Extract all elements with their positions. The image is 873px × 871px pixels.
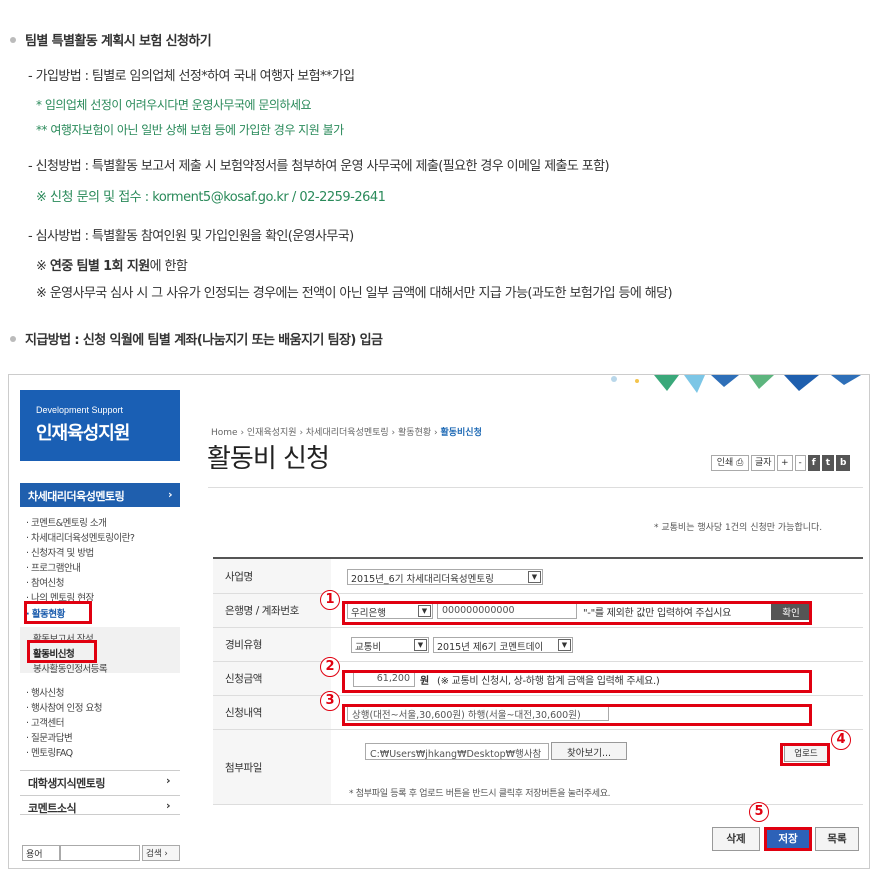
chevron-right-icon: › [167,488,173,501]
project-select[interactable]: 2015년_6기 차세대리더육성멘토링 ▼ [347,569,543,585]
sidebar-subitem[interactable]: · 질문과답변 [26,730,73,744]
sidebar-subitem[interactable]: · 행사신청 [26,685,65,699]
sidebar-item-mentoring[interactable]: 차세대리더육성멘토링 › [20,483,180,507]
field-label: 경비유형 [213,628,331,661]
expense-type-select[interactable]: 교통비 ▼ [351,637,429,653]
page-tools: 인쇄 ⎙ 글자 + - f t b [709,455,851,471]
sidebar-item-label: 차세대리더육성멘토링 [28,490,125,503]
step-number-badge: 3 [320,691,340,711]
contact-line: ※ 신청 문의 및 접수 : korment5@kosaf.go.kr / 02… [36,190,386,205]
chevron-down-icon: ▼ [558,639,571,651]
print-label: 인쇄 [716,458,734,468]
note-bold: 연중 팀별 1회 지원 [49,259,150,274]
sidebar-subitem[interactable]: · 행사참여 인정 요청 [26,700,103,714]
file-path-input[interactable]: C:₩Users₩jhkang₩Desktop₩행사참 [365,743,549,760]
divider [208,487,863,488]
sidebar-subsubitem[interactable]: 봉사활동인정서등록 [33,661,108,675]
heading-text: 팀별 특별활동 계획시 보험 신청하기 [25,34,212,49]
chevron-right-icon: › [165,799,171,812]
highlight-box [342,670,812,693]
blog-icon[interactable]: b [836,455,851,471]
facebook-icon[interactable]: f [807,455,820,471]
chevron-down-icon: ▼ [414,639,427,651]
note-once-per-year: ※ 연중 팀별 1회 지원에 한함 [36,255,188,274]
highlight-box [780,743,830,766]
note-mark: ※ [36,259,50,274]
sidebar-banner: Development Support 인재육성지원 [20,390,180,461]
banner-english: Development Support [36,405,124,415]
sidebar-item-label: 코멘트소식 [28,802,77,815]
sidebar-subitem[interactable]: · 코멘트&멘토링 소개 [26,515,107,529]
search-input[interactable] [60,845,140,861]
highlight-box [342,601,812,625]
review-method-line: - 심사방법 : 특별활동 참여인원 및 가입인원을 확인(운영사무국) [28,229,354,244]
sidebar-subitem[interactable]: · 신청자격 및 방법 [26,545,94,559]
select-value: 2015년_6기 차세대리더육성멘토링 [351,574,494,585]
font-decrease-button[interactable]: - [794,455,806,471]
field-label: 사업명 [213,559,331,593]
list-button[interactable]: 목록 [815,827,859,851]
form-row-expense-type: 경비유형 교통비 ▼ 2015년 제6기 코멘트데이 ▼ [213,628,863,662]
form-row-attachment: 첨부파일 C:₩Users₩jhkang₩Desktop₩행사참 찾아보기...… [213,730,863,805]
note-tail: 에 한함 [149,259,188,274]
sidebar-subitem[interactable]: · 차세대리더육성멘토링이란? [26,530,135,544]
breadcrumb: Home › 인재육성지원 › 차세대리더육성멘토링 › 활동현황 › 활동비신… [211,425,482,438]
sidebar-subitem[interactable]: · 고객센터 [26,715,65,729]
join-method-line: - 가입방법 : 팀별로 임의업체 선정*하여 국내 여행자 보험**가입 [28,69,355,84]
banner-korean: 인재육성지원 [36,423,130,444]
twitter-icon[interactable]: t [821,455,835,471]
search-category-select[interactable]: 용어 [22,845,60,861]
field-label: 신청내역 [213,696,331,729]
step-number-badge: 2 [320,657,340,677]
highlight-box [24,601,92,624]
field-label: 첨부파일 [213,730,331,804]
step-number-badge: 5 [749,802,769,822]
save-button[interactable]: 저장 [764,827,812,851]
font-size-label: 글자 [751,455,775,471]
section-heading-payment: 지급방법 : 신청 익월에 팀별 계좌(나눔지기 또는 배움지기 팀장) 입금 [10,329,383,348]
browse-button[interactable]: 찾아보기... [551,742,627,760]
form-row-project: 사업명 2015년_6기 차세대리더육성멘토링 ▼ [213,559,863,594]
attachment-note: * 첨부파일 등록 후 업로드 버튼을 반드시 클릭후 저장버튼을 눌러주세요. [349,789,611,799]
chevron-right-icon: › [165,774,171,787]
select-value: 2015년 제6기 코멘트데이 [437,642,544,653]
select-value: 교통비 [355,642,382,653]
search-button[interactable]: 검색 › [142,845,180,861]
note-partial-payment: ※ 운영사무국 심사 시 그 사유가 인정되는 경우에는 전액이 아닌 일부 금… [36,286,673,301]
font-increase-button[interactable]: + [777,455,793,471]
step-number-badge: 4 [831,730,851,750]
highlight-box [342,704,812,726]
sidebar-item-knowledge[interactable]: 대학생지식멘토링 › [20,770,180,790]
sidebar-item-label: 대학생지식멘토링 [28,777,105,790]
info-text: * 교통비는 행사당 1건의 신청만 가능합니다. [654,523,823,533]
event-select[interactable]: 2015년 제6기 코멘트데이 ▼ [433,637,573,653]
delete-button[interactable]: 삭제 [712,827,760,851]
embedded-screenshot: Development Support 인재육성지원 차세대리더육성멘토링 › ·… [8,374,870,869]
note-insurance-type: ** 여행자보험이 아닌 일반 상해 보험 등에 가입한 경우 지원 불가 [36,123,344,137]
note-company: * 임의업체 선정이 어려우시다면 운영사무국에 문의하세요 [36,98,312,112]
step-number-badge: 1 [320,590,340,610]
chevron-down-icon: ▼ [528,571,541,583]
sidebar-item-news[interactable]: 코멘트소식 › [20,795,180,815]
sidebar-subitem[interactable]: · 멘토링FAQ [26,745,73,759]
sidebar-subitem[interactable]: · 프로그램안내 [26,560,81,574]
print-button[interactable]: 인쇄 ⎙ [711,455,749,471]
breadcrumb-path[interactable]: Home › 인재육성지원 › 차세대리더육성멘토링 › 활동현황 › [211,428,440,438]
apply-method-line: - 신청방법 : 특별활동 보고서 제출 시 보험약정서를 첨부하여 운영 사무… [28,159,610,174]
field-label: 은행명 / 계좌번호 [213,594,331,627]
sidebar-subitem[interactable]: · 참여신청 [26,575,65,589]
breadcrumb-current: 활동비신청 [440,428,482,438]
heading-text: 지급방법 : 신청 익월에 팀별 계좌(나눔지기 또는 배움지기 팀장) 입금 [25,333,383,348]
field-label: 신청금액 [213,662,331,695]
decorative-leaves [611,375,861,393]
highlight-box [27,640,97,663]
section-heading-insurance: 팀별 특별활동 계획시 보험 신청하기 [10,30,212,49]
page-title: 활동비 신청 [207,444,330,474]
